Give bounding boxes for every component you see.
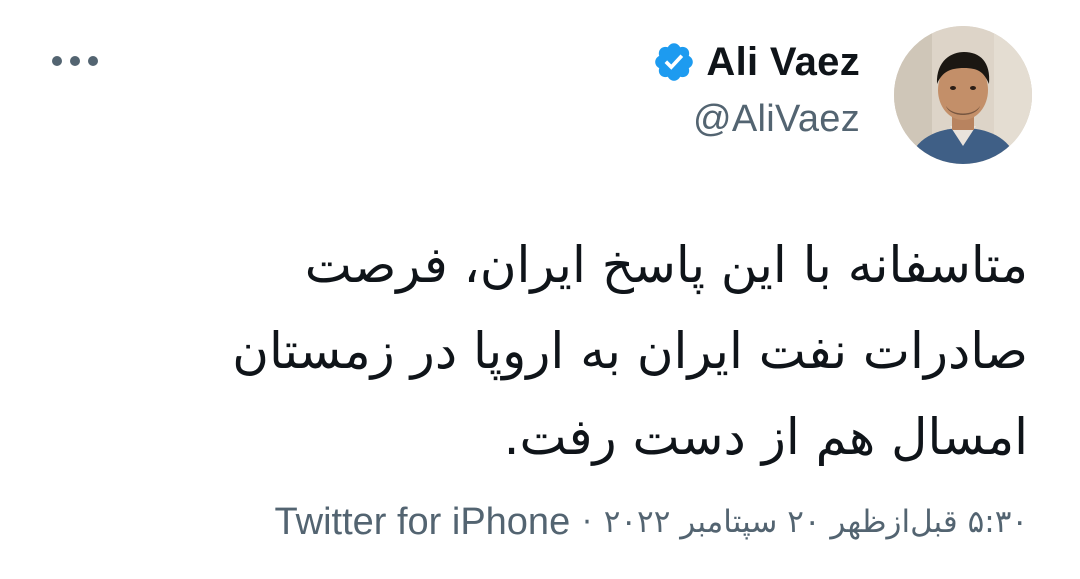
author-name-row[interactable]: Ali Vaez [652, 34, 860, 90]
tweet-author[interactable]: Ali Vaez @AliVaez [652, 34, 860, 141]
more-dot-icon [70, 56, 80, 66]
meta-separator: · [582, 504, 592, 540]
tweet-text-line: متاسفانه با این پاسخ ایران، فرصت [304, 236, 1028, 294]
verified-badge-icon [655, 43, 694, 81]
avatar[interactable] [894, 26, 1032, 164]
tweet-text-line: صادرات نفت ایران به اروپا در زمستان [232, 322, 1028, 380]
more-dot-icon [52, 56, 62, 66]
avatar-image [894, 26, 1032, 164]
tweet-source-link[interactable]: Twitter for iPhone [275, 501, 571, 544]
author-display-name[interactable]: Ali Vaez [706, 40, 860, 85]
more-options-button[interactable] [52, 50, 98, 72]
tweet-text: متاسفانه با این پاسخ ایران، فرصت صادرات … [108, 222, 1028, 480]
tweet-text-line: امسال هم از دست رفت. [503, 408, 1028, 466]
author-handle[interactable]: @AliVaez [652, 98, 860, 141]
tweet-metadata: Twitter for iPhone · ۵:۳۰ قبل‌ازظهر ۲۰ س… [275, 494, 1028, 550]
more-dot-icon [88, 56, 98, 66]
tweet-timestamp[interactable]: ۵:۳۰ قبل‌ازظهر ۲۰ سپتامبر ۲۰۲۲ [604, 504, 1028, 540]
